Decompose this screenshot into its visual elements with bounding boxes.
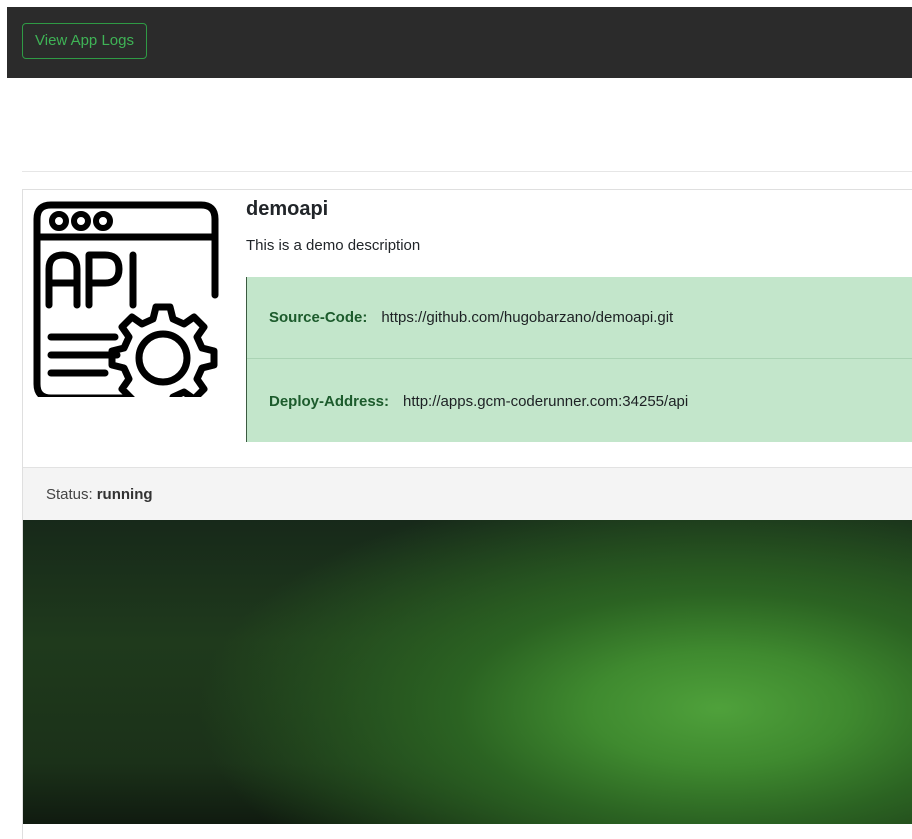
- top-navbar: View App Logs: [7, 7, 912, 78]
- view-app-logs-button[interactable]: View App Logs: [22, 23, 147, 59]
- app-card: demoapi This is a demo description Sourc…: [22, 189, 912, 839]
- app-preview-image: [23, 520, 912, 824]
- status-footer: Status: running: [23, 467, 912, 520]
- source-code-row: Source-Code: https://github.com/hugobarz…: [247, 277, 912, 359]
- status-label: Status:: [46, 485, 93, 503]
- app-info-list: Source-Code: https://github.com/hugobarz…: [246, 277, 912, 442]
- source-code-label: Source-Code:: [269, 309, 368, 326]
- api-window-gear-icon: [33, 201, 219, 397]
- app-description: This is a demo description: [246, 237, 421, 254]
- deploy-address-label: Deploy-Address:: [269, 392, 390, 410]
- section-divider: [22, 171, 912, 172]
- app-name: demoapi: [246, 198, 329, 220]
- status-value: running: [96, 485, 153, 503]
- deploy-address-value: http://apps.gcm-coderunner.com:34255/api: [403, 392, 689, 410]
- deploy-address-row: Deploy-Address: http://apps.gcm-coderunn…: [247, 360, 912, 442]
- source-code-value: https://github.com/hugobarzano/demoapi.g…: [381, 309, 674, 326]
